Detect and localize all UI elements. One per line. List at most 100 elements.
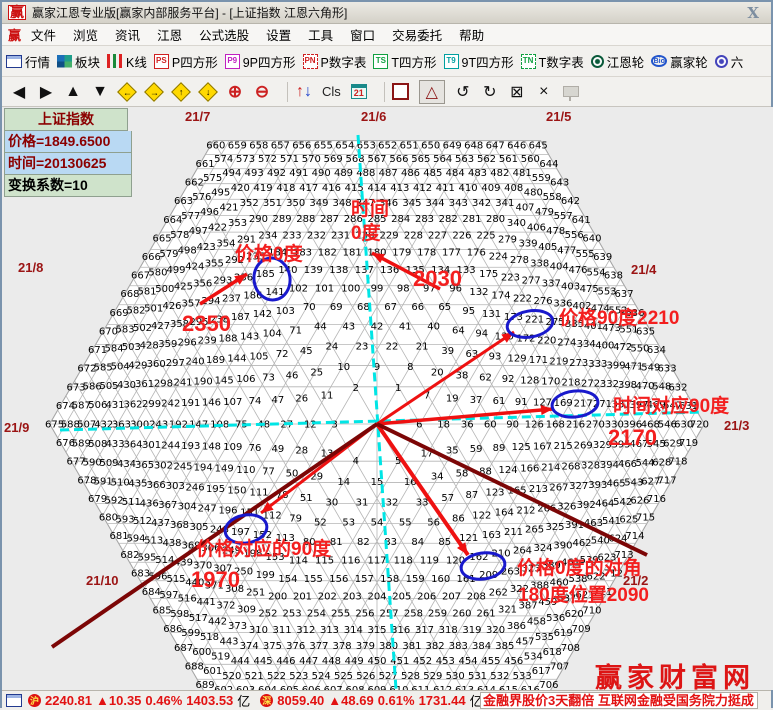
hexagon-cell: 406: [527, 222, 546, 233]
hexagon-cell: 420: [231, 183, 250, 194]
rotate-cw-icon[interactable]: ↻: [481, 81, 499, 103]
close-button[interactable]: X: [741, 4, 765, 22]
hexagon-cell: 481: [513, 168, 532, 179]
hexagon-cell: 178: [417, 248, 436, 259]
hexagon-cell: 65: [438, 302, 451, 313]
hexagon-cell: 504: [111, 362, 130, 373]
hexagon-cell: 310: [249, 625, 268, 636]
quotes-grid-icon[interactable]: [6, 694, 22, 707]
diamond-right-icon[interactable]: →: [145, 81, 163, 103]
collapse-icon[interactable]: ×: [535, 81, 553, 103]
menu-item-2[interactable]: 资讯: [115, 25, 140, 44]
hexagon-cell: 303: [166, 481, 185, 492]
toolbar-label: K线: [126, 52, 147, 71]
projector-icon[interactable]: [562, 81, 580, 103]
hexagon-cell: 410: [459, 183, 478, 194]
hexagon-cell: 510: [111, 478, 130, 489]
menu-item-6[interactable]: 工具: [308, 25, 333, 44]
gann-hexagon-chart[interactable]: 1234567891011121314151617181920212223242…: [2, 107, 773, 690]
toolbar-button-T数字表[interactable]: TNT数字表: [521, 52, 584, 71]
hexagon-cell: 379: [356, 641, 375, 652]
down-arrow-icon[interactable]: ▼: [91, 81, 109, 103]
diamond-left-icon[interactable]: ←: [118, 81, 136, 103]
hexagon-cell: 641: [572, 215, 591, 226]
square-tool-icon: [392, 83, 409, 100]
hexagon-cell: 321: [498, 604, 517, 615]
hexagon-cell: 104: [263, 329, 282, 340]
hexagon-cell: 1: [395, 383, 401, 394]
toolbar-button-江恩轮[interactable]: 江恩轮: [591, 52, 645, 71]
kline-icon: [107, 54, 123, 68]
hexagon-cell: 487: [379, 168, 398, 179]
hexagon-cell: 557: [554, 211, 573, 222]
hexagon-cell: 505: [99, 381, 118, 392]
menu-item-1[interactable]: 浏览: [73, 25, 98, 44]
hexagon-cell: 43: [342, 321, 355, 332]
menu-item-9[interactable]: 帮助: [459, 25, 484, 44]
toolbar-button-K线[interactable]: K线: [107, 52, 147, 71]
hexagon-cell: 72: [276, 349, 289, 360]
price-time-icon[interactable]: ↑↓: [295, 81, 313, 103]
hexagon-cell: 405: [538, 242, 557, 253]
hexagon-cell: 718: [668, 457, 687, 468]
hexagon-cell: 177: [442, 248, 461, 259]
diamond-up-icon[interactable]: ↑: [172, 81, 190, 103]
hexagon-cell: 281: [462, 214, 481, 225]
box-select-icon[interactable]: ⊠: [508, 81, 526, 103]
main-toolbar: 行情板块 K线 PSP四方形 P99P四方形 PNP数字表 TST四方形 T99T四方形 TN…: [2, 46, 771, 77]
toolbar-button-P四方形[interactable]: PSP四方形: [154, 52, 218, 71]
zoom-out-icon[interactable]: ⊖: [253, 81, 271, 103]
hexagon-cell: 26: [295, 393, 308, 404]
hexagon-cell: 667: [131, 271, 150, 282]
menu-item-4[interactable]: 公式选股: [199, 25, 249, 44]
forward-arrow-icon[interactable]: ▶: [37, 81, 55, 103]
hexagon-cell: 476: [568, 265, 587, 276]
hexagon-cell: 318: [439, 625, 458, 636]
toolbar-button-赢家轮[interactable]: Bio赢家轮: [651, 52, 708, 71]
hexagon-cell: 669: [110, 308, 129, 319]
diamond-down-icon[interactable]: ↓: [199, 81, 217, 103]
toolbar-button-9P四方形[interactable]: P99P四方形: [225, 52, 296, 71]
hexagon-cell: 569: [324, 154, 343, 165]
menu-item-3[interactable]: 江恩: [157, 25, 182, 44]
menu-item-5[interactable]: 设置: [266, 25, 291, 44]
hexagon-cell: 241: [173, 378, 192, 389]
hexagon-cell: 359: [158, 339, 177, 350]
toolbar-button-行情[interactable]: 行情: [6, 52, 50, 71]
hexagon-cell: 288: [296, 214, 315, 225]
hexagon-cell: 51: [300, 493, 313, 504]
hexagon-cell: 156: [329, 574, 348, 585]
hexagon-cell: 144: [227, 353, 246, 364]
hexagon-cell: 464: [595, 498, 614, 509]
hexagon-cell: 8: [407, 362, 413, 373]
hexagon-cell: 677: [67, 457, 86, 468]
cls-button[interactable]: Cls: [322, 81, 341, 103]
chart-annotation: 2170: [608, 424, 657, 452]
zoom-in-icon[interactable]: ⊕: [226, 81, 244, 103]
square-tool-icon[interactable]: [392, 81, 410, 103]
menu-item-7[interactable]: 窗口: [350, 25, 375, 44]
triangle-tool-icon[interactable]: △: [419, 80, 445, 104]
ts-icon: TS: [373, 54, 388, 69]
hexagon-cell: 190: [194, 377, 213, 388]
toolbar-button-板块[interactable]: 板块: [57, 52, 100, 71]
hexagon-cell: 14: [337, 477, 350, 488]
back-arrow-icon[interactable]: ◀: [10, 81, 28, 103]
toolbar-button-P数字表[interactable]: PNP数字表: [303, 52, 367, 71]
rotate-ccw-icon[interactable]: ↺: [454, 81, 472, 103]
calendar-icon[interactable]: 21: [350, 81, 368, 103]
hexagon-cell: 559: [532, 173, 551, 184]
up-arrow-icon[interactable]: ▲: [64, 81, 82, 103]
menu-item-8[interactable]: 交易委托: [392, 25, 442, 44]
toolbar-button-T四方形[interactable]: TST四方形: [373, 52, 436, 71]
toolbar-button-9T四方形[interactable]: T99T四方形: [444, 52, 514, 71]
hexagon-cell: 56: [427, 518, 440, 529]
hexagon-cell: 659: [228, 140, 247, 151]
hexagon-cell: 666: [142, 252, 161, 263]
menu-item-0[interactable]: 文件: [31, 25, 56, 44]
news-ticker[interactable]: 金融界股价3天翻倍 互联网金融受国务院力挺成: [480, 692, 758, 709]
quote-unit: 亿: [237, 691, 250, 710]
hexagon-cell: 378: [333, 641, 352, 652]
hexagon-cell: 84: [411, 537, 424, 548]
toolbar-button-六[interactable]: 六: [715, 52, 744, 71]
